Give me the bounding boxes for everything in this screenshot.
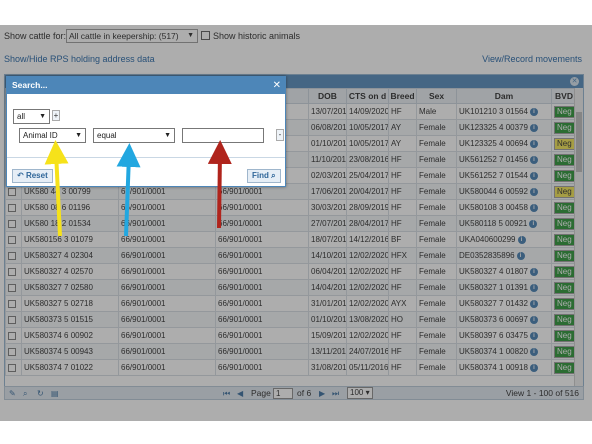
field-select[interactable]: Animal ID ▼: [19, 128, 86, 143]
search-dialog-title: Search... ✕: [7, 77, 285, 94]
remove-rule-button[interactable]: -: [276, 129, 284, 141]
search-dialog: Search... ✕ all ▼ + Animal ID ▼ equal ▼ - ↶…: [6, 76, 286, 187]
reset-icon: ↶: [17, 171, 24, 180]
reset-button[interactable]: ↶ Reset: [12, 169, 53, 183]
dialog-divider: [7, 157, 285, 158]
find-button[interactable]: Find ⌕: [247, 169, 281, 183]
chevron-down-icon: ▼: [39, 113, 46, 120]
search-icon: ⌕: [271, 171, 276, 180]
close-icon[interactable]: ✕: [273, 77, 281, 94]
chevron-down-icon: ▼: [75, 132, 82, 139]
chevron-down-icon: ▼: [164, 132, 171, 139]
match-all-select[interactable]: all ▼: [13, 109, 50, 124]
search-value-input[interactable]: [182, 128, 264, 143]
operator-select[interactable]: equal ▼: [93, 128, 175, 143]
add-rule-button[interactable]: +: [52, 110, 60, 121]
